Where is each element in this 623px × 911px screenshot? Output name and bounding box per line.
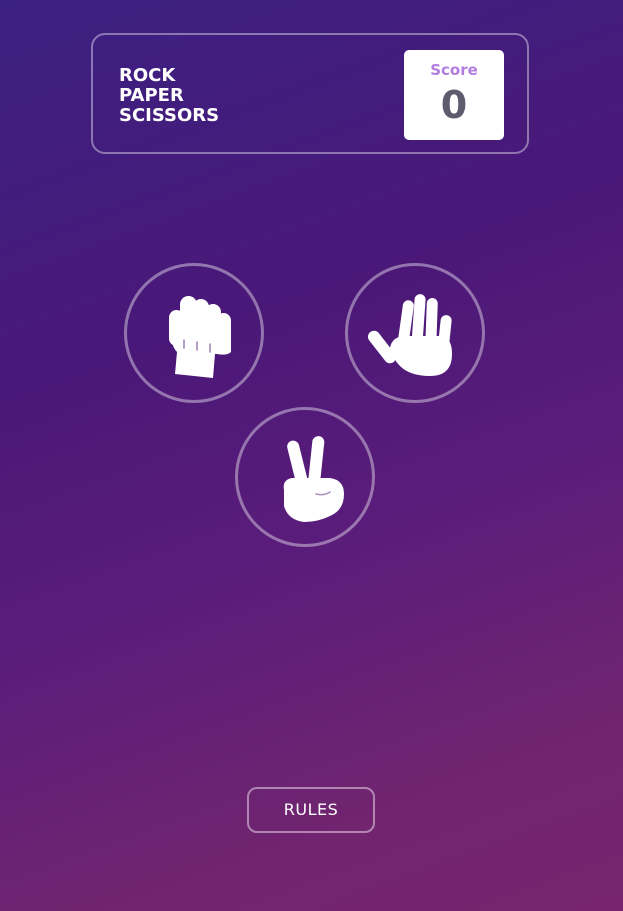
game-title: ROCK PAPER SCISSORS — [119, 66, 319, 126]
score-label: Score — [430, 61, 478, 79]
scissors-hand-icon — [283, 436, 344, 522]
paper-hand-icon — [367, 294, 452, 376]
rock-hand-icon — [169, 296, 231, 378]
rock-button[interactable] — [124, 263, 264, 403]
paper-button[interactable] — [345, 263, 485, 403]
score-box: Score 0 — [404, 50, 504, 140]
game-header: ROCK PAPER SCISSORS Score 0 — [91, 33, 529, 154]
rules-button[interactable]: RULES — [247, 787, 375, 833]
score-value: 0 — [440, 83, 468, 127]
title-line-rock: ROCK — [119, 65, 176, 86]
title-line-paper: PAPER — [119, 85, 184, 106]
scissors-button[interactable] — [235, 407, 375, 547]
title-line-scissors: SCISSORS — [119, 105, 220, 126]
